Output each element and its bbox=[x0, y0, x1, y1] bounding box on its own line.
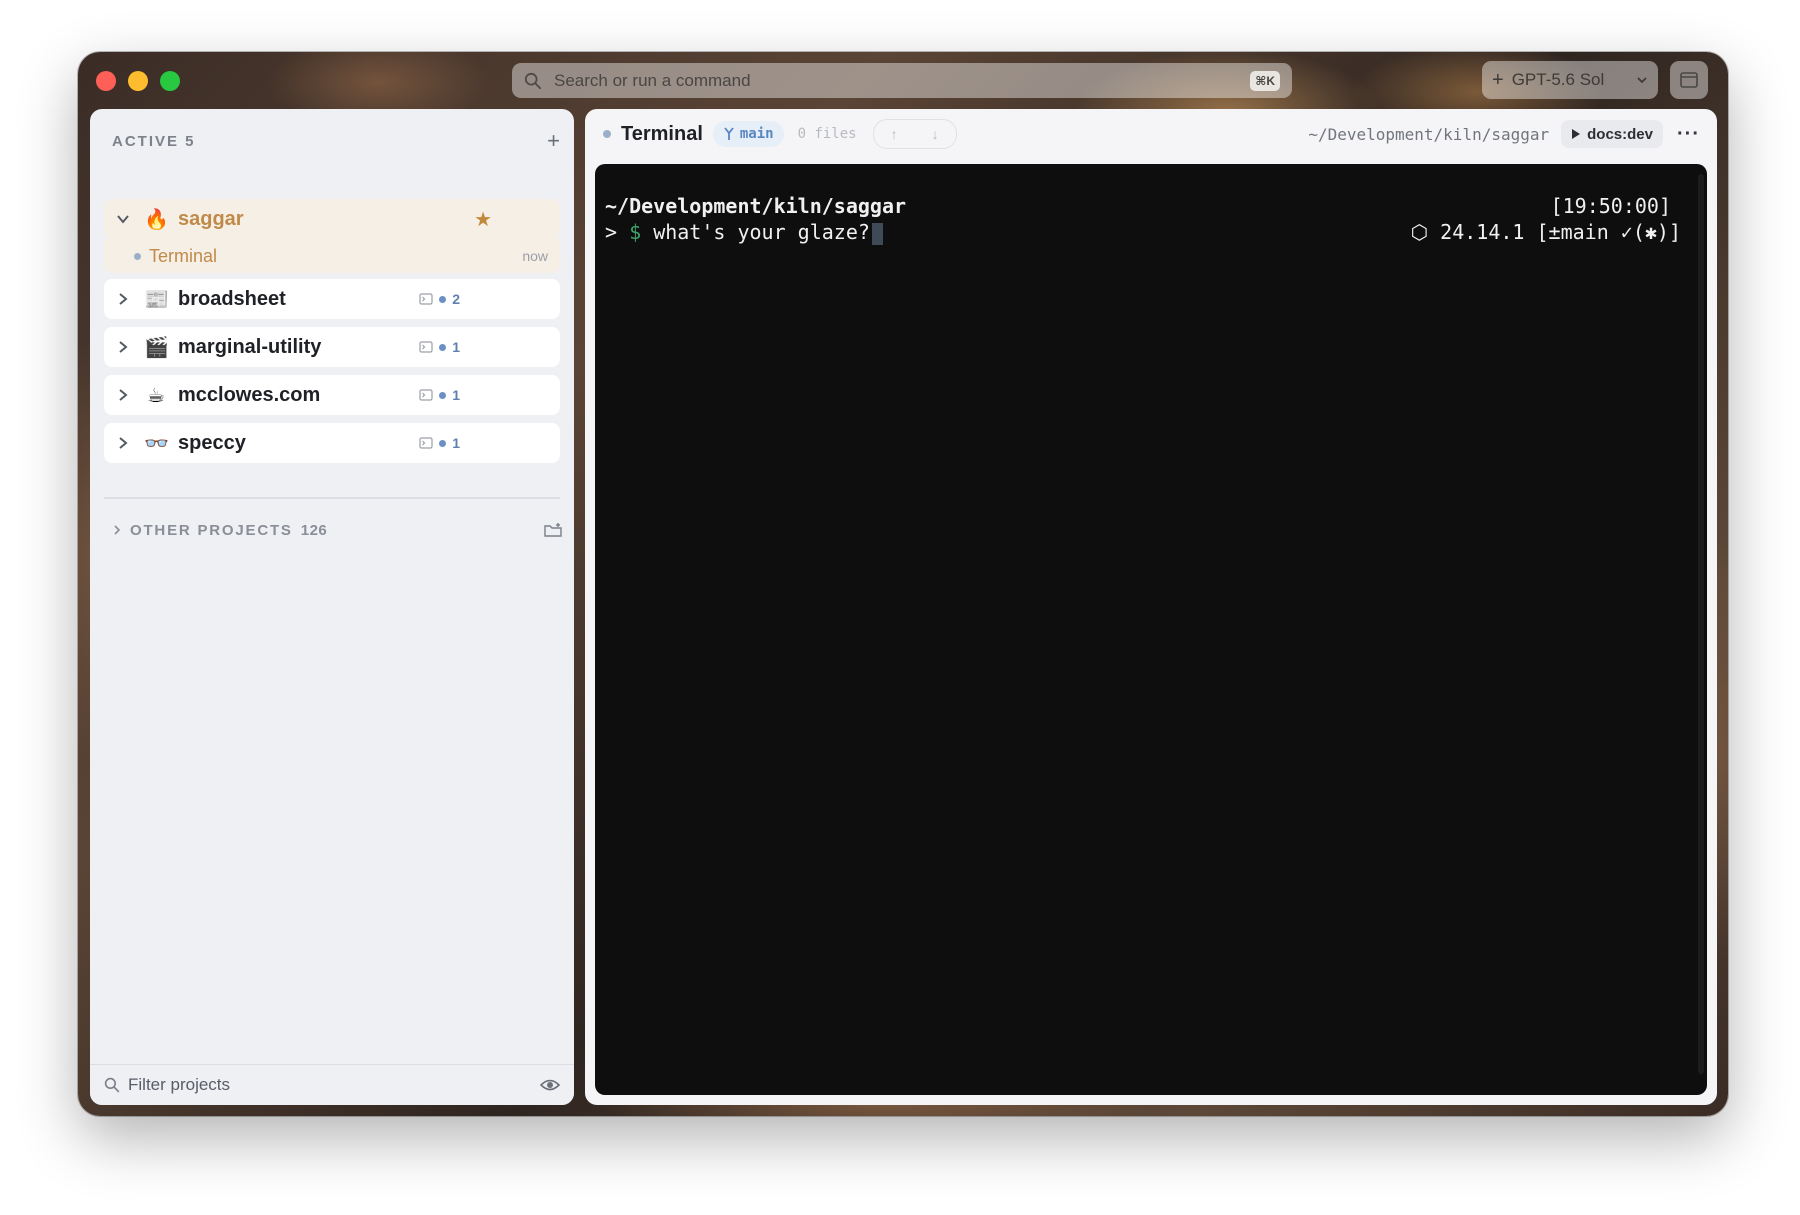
project-name: mcclowes.com bbox=[178, 383, 321, 406]
search-icon bbox=[104, 1077, 120, 1093]
section-divider bbox=[104, 497, 560, 499]
terminal-icon bbox=[419, 341, 433, 353]
coffee-icon: ☕ bbox=[147, 384, 165, 407]
project-row-speccy[interactable]: 👓 speccy 1 bbox=[104, 423, 560, 463]
chevron-down-icon[interactable] bbox=[116, 212, 130, 226]
command-bar-placeholder: Search or run a command bbox=[554, 70, 751, 90]
project-name: saggar bbox=[178, 207, 244, 230]
prompt-dollar: $ bbox=[629, 220, 642, 244]
star-icon[interactable]: ★ bbox=[474, 207, 492, 232]
terminal-scrollbar[interactable] bbox=[1698, 174, 1704, 1074]
terminal-time: [19:50:00] bbox=[1550, 194, 1671, 218]
project-row-marginal-utility[interactable]: 🎬 marginal-utility 1 bbox=[104, 327, 560, 367]
session-count-value: 1 bbox=[452, 387, 460, 403]
glasses-icon: 👓 bbox=[144, 432, 169, 455]
eye-icon[interactable] bbox=[540, 1078, 560, 1092]
terminal-icon bbox=[419, 389, 433, 401]
pane-title: Terminal bbox=[621, 122, 703, 145]
plus-icon: + bbox=[1492, 68, 1504, 91]
branch-icon bbox=[724, 127, 734, 140]
session-count: 1 bbox=[419, 435, 460, 451]
status-dot bbox=[439, 295, 447, 303]
project-row-saggar[interactable]: 🔥 saggar ★ bbox=[104, 199, 560, 239]
newspaper-icon: 📰 bbox=[144, 288, 169, 311]
session-status-dot bbox=[134, 252, 141, 260]
branch-badge[interactable]: main bbox=[712, 121, 784, 147]
changed-files[interactable]: 0 files bbox=[798, 126, 857, 142]
chevron-down-icon bbox=[1637, 77, 1647, 84]
status-dot bbox=[439, 391, 447, 399]
model-selector[interactable]: + GPT-5.6 Sol bbox=[1482, 61, 1658, 99]
run-script-button[interactable]: docs:dev bbox=[1561, 120, 1663, 148]
terminal-icon bbox=[419, 293, 433, 305]
project-name: speccy bbox=[178, 431, 246, 454]
other-projects-label: OTHER PROJECTS bbox=[130, 521, 293, 539]
project-name: broadsheet bbox=[178, 287, 286, 310]
panel-icon bbox=[1680, 72, 1698, 88]
session-label: Terminal bbox=[149, 245, 218, 266]
chevron-right-icon[interactable] bbox=[116, 292, 130, 306]
arrow-down-icon[interactable]: ↓ bbox=[932, 126, 939, 142]
more-options-icon[interactable]: ··· bbox=[1677, 123, 1699, 146]
session-count-value: 1 bbox=[452, 339, 460, 355]
pane-header: Terminal main 0 files ↑ ↓ ~/Development/… bbox=[585, 109, 1717, 159]
zoom-window-button[interactable] bbox=[160, 71, 180, 91]
status-dot bbox=[439, 343, 447, 351]
session-count-value: 2 bbox=[452, 291, 460, 307]
session-count-value: 1 bbox=[452, 435, 460, 451]
active-section-header: ACTIVE 5 + bbox=[112, 128, 560, 154]
terminal-view[interactable]: ~/Development/kiln/saggar > $ what's you… bbox=[595, 164, 1707, 1095]
add-project-button[interactable]: + bbox=[547, 128, 560, 154]
chevron-right-icon bbox=[114, 525, 121, 535]
active-section-title: ACTIVE 5 bbox=[112, 132, 196, 150]
project-sidebar: ACTIVE 5 + 🔥 saggar ★ Terminal now 📰 bro… bbox=[90, 109, 574, 1105]
session-count: 1 bbox=[419, 339, 460, 355]
chevron-right-icon[interactable] bbox=[116, 436, 130, 450]
session-count: 2 bbox=[419, 291, 460, 307]
project-row-mcclowes[interactable]: ☕ mcclowes.com 1 bbox=[104, 375, 560, 415]
session-count: 1 bbox=[419, 387, 460, 403]
session-row-terminal[interactable]: Terminal now bbox=[104, 239, 560, 273]
shortcut-badge: ⌘K bbox=[1250, 70, 1280, 91]
prompt-caret: > bbox=[605, 220, 618, 244]
flame-icon: 🔥 bbox=[144, 208, 169, 231]
arrow-up-icon[interactable]: ↑ bbox=[891, 126, 898, 142]
terminal-cursor bbox=[871, 222, 883, 245]
command-bar[interactable]: Search or run a command ⌘K bbox=[512, 63, 1292, 98]
clapperboard-icon: 🎬 bbox=[144, 336, 169, 359]
terminal-prompt-line: > $ what's your glaze? bbox=[605, 220, 883, 245]
filter-bar[interactable]: Filter projects bbox=[90, 1064, 574, 1105]
run-script-label: docs:dev bbox=[1587, 125, 1653, 143]
model-label: GPT-5.6 Sol bbox=[1511, 70, 1605, 89]
chevron-right-icon[interactable] bbox=[116, 388, 130, 402]
folder-icon[interactable] bbox=[544, 522, 562, 538]
terminal-icon bbox=[419, 437, 433, 449]
layout-toggle-button[interactable] bbox=[1670, 61, 1708, 99]
project-name: marginal-utility bbox=[178, 335, 322, 358]
status-dot bbox=[439, 439, 447, 447]
chevron-right-icon[interactable] bbox=[116, 340, 130, 354]
session-time: now bbox=[522, 248, 548, 264]
pane-status-dot bbox=[603, 130, 611, 138]
minimize-window-button[interactable] bbox=[128, 71, 148, 91]
terminal-right-status: ⬡ 24.14.1 [±main ✓(✱)] bbox=[1410, 220, 1681, 244]
terminal-command: what's your glaze? bbox=[653, 220, 870, 244]
search-icon bbox=[524, 72, 542, 89]
project-row-broadsheet[interactable]: 📰 broadsheet 2 bbox=[104, 279, 560, 319]
branch-name: main bbox=[739, 126, 774, 142]
main-pane: Terminal main 0 files ↑ ↓ ~/Development/… bbox=[585, 109, 1717, 1105]
filter-input[interactable]: Filter projects bbox=[128, 1075, 540, 1095]
play-icon bbox=[1572, 129, 1581, 139]
app-window: Search or run a command ⌘K + GPT-5.6 Sol… bbox=[78, 52, 1728, 1116]
other-projects-toggle[interactable]: OTHER PROJECTS 126 bbox=[112, 519, 562, 541]
other-projects-count: 126 bbox=[300, 521, 328, 539]
working-directory: ~/Development/kiln/saggar bbox=[1308, 124, 1550, 144]
terminal-cwd: ~/Development/kiln/saggar bbox=[605, 194, 907, 218]
close-window-button[interactable] bbox=[96, 71, 116, 91]
push-pull-control[interactable]: ↑ ↓ bbox=[872, 119, 957, 149]
